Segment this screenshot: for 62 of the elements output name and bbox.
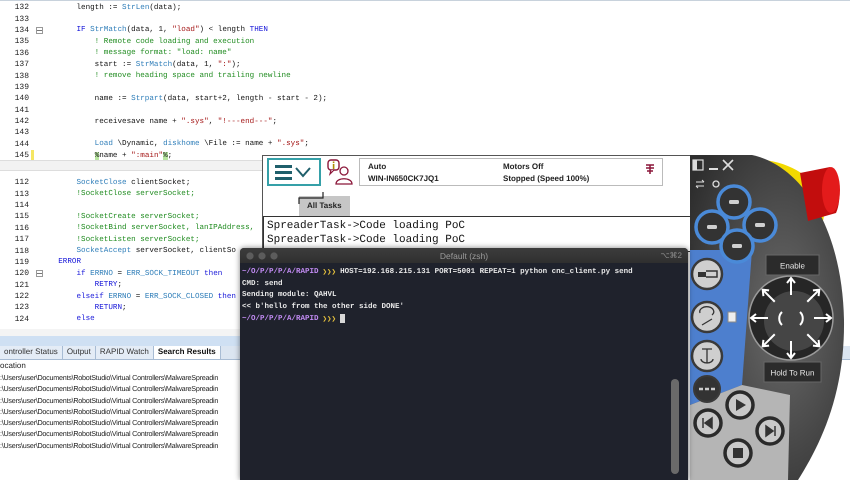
line-number: 122: [14, 292, 29, 302]
line-number: 134: [14, 26, 29, 35]
line-number: 118: [14, 246, 29, 256]
window-title: Default (zsh): [440, 250, 488, 260]
hold-to-run-button[interactable]: Hold To Run: [764, 362, 822, 382]
line-number: 143: [14, 128, 29, 138]
step-back-button[interactable]: [693, 408, 723, 438]
log-line: SpreaderTask->Code loading PoC: [267, 233, 466, 247]
line-number: 123: [14, 303, 29, 312]
log-line: SpreaderTask->Code loading PoC: [267, 219, 466, 233]
controller-name: WIN-IN650CK7JQ1: [368, 173, 440, 185]
stop-icon: [646, 164, 654, 174]
line-number: 141: [14, 106, 29, 115]
start-button[interactable]: [725, 390, 755, 420]
fold-toggle[interactable]: [36, 270, 43, 278]
line-number: 140: [14, 94, 29, 104]
line-number: 138: [14, 72, 29, 81]
step-forward-button[interactable]: [755, 416, 785, 446]
motors-state: Motors Off: [503, 161, 544, 173]
status-panel[interactable]: Auto WIN-IN650CK7JQ1 Motors Off Stopped (Speed 100%): [359, 158, 663, 186]
line-number: 112: [14, 178, 29, 188]
shortcut-label: ⌥⌘2: [660, 251, 682, 260]
line-number: 115: [14, 212, 29, 222]
line-number: 136: [14, 48, 29, 58]
emergency-stop-button[interactable]: [800, 167, 840, 221]
line-number: 113: [14, 190, 29, 199]
line-number: 144: [14, 140, 29, 149]
line-number: 117: [14, 235, 29, 244]
fold-toggle[interactable]: [36, 26, 43, 34]
program-state: Stopped (Speed 100%): [503, 173, 590, 185]
line-number: 137: [14, 60, 29, 70]
line-number: 121: [14, 280, 29, 290]
stop-button[interactable]: [723, 438, 753, 468]
line-number: 124: [14, 314, 29, 324]
panel-tab[interactable]: Output: [62, 346, 96, 359]
restore-icon[interactable]: [692, 159, 704, 171]
line-number: 132: [14, 3, 29, 12]
connector-line: [296, 192, 326, 204]
column-header: ocation: [0, 360, 26, 372]
line-number: 119: [14, 258, 29, 267]
swap-icon[interactable]: [696, 180, 704, 188]
joystick[interactable]: [748, 275, 834, 361]
panel-tab[interactable]: ontroller Status: [0, 346, 63, 359]
event-log-icon[interactable]: [327, 159, 353, 185]
line-number: 120: [14, 269, 29, 278]
enable-button[interactable]: Enable: [766, 254, 820, 276]
main-menu-button[interactable]: [267, 158, 321, 186]
camera-icon[interactable]: [712, 180, 720, 188]
line-number: 135: [14, 37, 29, 46]
operating-mode: Auto: [368, 161, 388, 173]
line-number: 114: [14, 200, 29, 210]
panel-tab[interactable]: RAPID Watch: [96, 346, 154, 359]
line-number: 145: [14, 151, 29, 160]
line-number: 116: [14, 224, 29, 233]
close-icon[interactable]: [722, 159, 734, 171]
panel-tab[interactable]: Search Results: [154, 346, 221, 359]
line-number: 139: [14, 82, 29, 92]
line-number: 142: [14, 117, 29, 126]
task-tab[interactable]: All Tasks: [299, 196, 350, 216]
scrollbar[interactable]: [671, 379, 679, 474]
slider-handle[interactable]: [728, 312, 736, 322]
line-number: 133: [14, 14, 29, 24]
